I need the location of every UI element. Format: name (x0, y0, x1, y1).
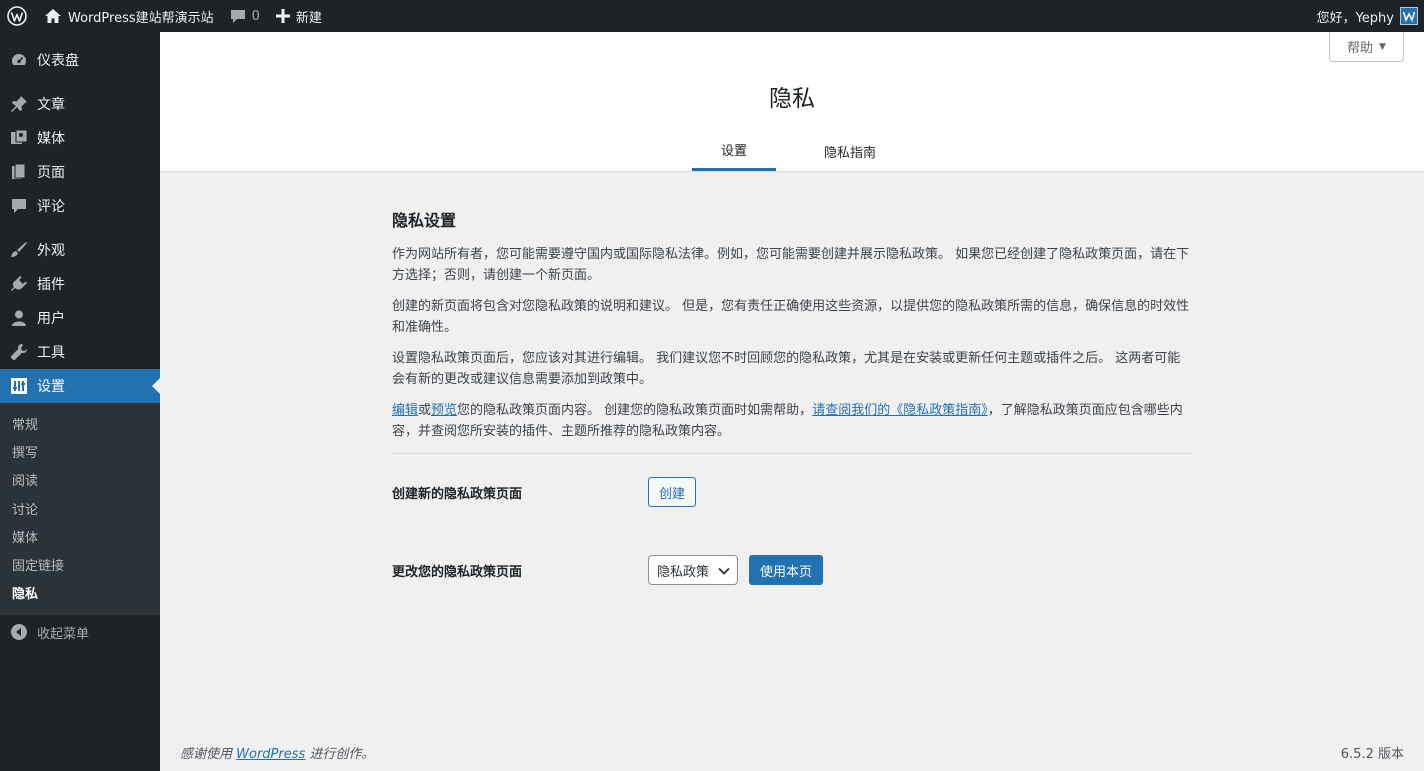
select-value: 隐私政策 (657, 564, 710, 580)
collapse-arrow-icon (9, 622, 29, 642)
new-content-link[interactable]: 新建 (268, 0, 330, 32)
sidebar-item-label: 工具 (37, 345, 65, 361)
comment-icon (9, 196, 29, 216)
sidebar-item-posts[interactable]: 文章 (0, 87, 160, 121)
sidebar-item-settings[interactable]: 设置 (0, 369, 160, 403)
sidebar-item-users[interactable]: 用户 (0, 301, 160, 335)
settings-icon (9, 376, 29, 396)
sidebar-item-tools[interactable]: 工具 (0, 335, 160, 369)
sidebar-item-label: 媒体 (37, 131, 65, 147)
wrench-icon (9, 342, 29, 362)
page-header: 帮助 ▼ 隐私 设置 隐私指南 (160, 32, 1424, 172)
privacy-guide-link[interactable]: 请查阅我们的《隐私政策指南》 (812, 403, 988, 418)
page-title: 隐私 (769, 86, 815, 112)
wordpress-link[interactable]: WordPress (236, 747, 305, 762)
collapse-menu-label: 收起菜单 (37, 626, 90, 642)
change-page-row: 更改您的隐私政策页面 隐私政策 使用本页 (392, 555, 1192, 585)
sidebar-item-label: 仪表盘 (37, 53, 79, 69)
settings-submenu: 常规 撰写 阅读 讨论 媒体 固定链接 隐私 (0, 403, 160, 616)
use-this-page-button[interactable]: 使用本页 (749, 555, 824, 585)
dashboard-icon (9, 50, 29, 70)
home-icon (44, 8, 68, 24)
tab-settings[interactable]: 设置 (692, 131, 776, 171)
sidebar-item-pages[interactable]: 页面 (0, 155, 160, 189)
sidebar-item-label: 评论 (37, 199, 65, 215)
site-name: WordPress建站帮演示站 (68, 10, 214, 26)
plus-icon (275, 9, 296, 23)
create-page-row: 创建新的隐私政策页面 创建 (392, 477, 1192, 507)
or-text: 或 (418, 403, 432, 418)
page-icon (9, 162, 29, 182)
intro-paragraph-1: 作为网站所有者，您可能需要遵守国内或国际隐私法律。例如，您可能需要创建并展示隐私… (392, 247, 1190, 283)
footer-thanks-prefix: 感谢使用 (180, 747, 237, 762)
privacy-settings-content: 隐私设置 作为网站所有者，您可能需要遵守国内或国际隐私法律。例如，您可能需要创建… (392, 204, 1192, 585)
intro-paragraph-2: 创建的新页面将包含对您隐私政策的说明和建议。 但是，您有责任正确使用这些资源，以… (392, 299, 1190, 335)
account-menu[interactable]: 您好，Yephy (1317, 7, 1424, 26)
edit-link[interactable]: 编辑 (392, 403, 418, 418)
sidebar-item-appearance[interactable]: 外观 (0, 233, 160, 267)
comment-bubble-icon (230, 8, 252, 24)
sidebar-item-label: 外观 (37, 243, 65, 259)
sidebar-item-comments[interactable]: 评论 (0, 189, 160, 223)
pin-icon (9, 94, 29, 114)
tab-privacy-guide[interactable]: 隐私指南 (776, 131, 924, 171)
help-button[interactable]: 帮助 ▼ (1329, 32, 1404, 62)
divider (392, 453, 1192, 454)
sidebar-item-dashboard[interactable]: 仪表盘 (0, 43, 160, 77)
submenu-item-media[interactable]: 媒体 (0, 522, 160, 550)
brush-icon (9, 240, 29, 260)
preview-link[interactable]: 预览 (431, 403, 457, 418)
user-icon (9, 308, 29, 328)
avatar (1400, 7, 1418, 25)
comments-link[interactable]: 0 (222, 0, 268, 32)
submenu-item-discussion[interactable]: 讨论 (0, 494, 160, 522)
admin-sidebar: 仪表盘 文章 媒体 页面 评论 外观 插件 用户 工具 设置 常规 撰写 阅读 … (0, 32, 160, 771)
intro-paragraph-3: 设置隐私政策页面后，您应该对其进行编辑。 我们建议您不时回顾您的隐私政策，尤其是… (392, 351, 1181, 387)
sidebar-item-label: 设置 (37, 379, 65, 395)
admin-bar: WordPress建站帮演示站 0 新建 您好，Yephy (0, 0, 1424, 32)
footer-thanks: 感谢使用 WordPress 进行创作。 (180, 743, 374, 762)
collapse-menu-button[interactable]: 收起菜单 (0, 615, 160, 649)
caret-down-icon: ▼ (1379, 41, 1386, 52)
sidebar-item-label: 页面 (37, 165, 65, 181)
comments-count: 0 (251, 8, 260, 24)
create-page-label: 创建新的隐私政策页面 (392, 486, 523, 502)
submenu-item-reading[interactable]: 阅读 (0, 466, 160, 494)
new-label: 新建 (295, 10, 322, 26)
change-page-label: 更改您的隐私政策页面 (392, 564, 523, 580)
submenu-item-permalinks[interactable]: 固定链接 (0, 550, 160, 578)
wordpress-logo-icon (7, 6, 27, 26)
sidebar-item-media[interactable]: 媒体 (0, 121, 160, 155)
site-name-link[interactable]: WordPress建站帮演示站 (36, 0, 222, 32)
submenu-item-writing[interactable]: 撰写 (0, 437, 160, 465)
submenu-item-privacy[interactable]: 隐私 (0, 579, 160, 607)
footer-thanks-suffix: 进行创作。 (305, 747, 375, 762)
privacy-page-select[interactable]: 隐私政策 (648, 555, 738, 585)
sidebar-item-label: 文章 (37, 97, 65, 113)
wordpress-logo-menu[interactable] (0, 0, 36, 32)
para4-text-1: 您的隐私政策页面内容。 创建您的隐私政策页面时如需帮助， (457, 403, 813, 418)
create-button[interactable]: 创建 (648, 477, 697, 507)
help-label: 帮助 (1347, 41, 1374, 56)
intro-paragraph-4: 编辑或预览您的隐私政策页面内容。 创建您的隐私政策页面时如需帮助，请查阅我们的《… (392, 401, 1192, 442)
sidebar-item-label: 插件 (37, 277, 65, 293)
greeting: 您好，Yephy (1316, 10, 1394, 26)
media-icon (9, 128, 29, 148)
section-title: 隐私设置 (392, 211, 457, 230)
privacy-tabs: 设置 隐私指南 (692, 131, 924, 171)
chevron-down-icon (718, 565, 730, 580)
sidebar-item-label: 用户 (37, 311, 65, 327)
footer-version: 6.5.2 版本 (1340, 747, 1404, 762)
sidebar-item-plugins[interactable]: 插件 (0, 267, 160, 301)
plugin-icon (9, 274, 29, 294)
submenu-item-general[interactable]: 常规 (0, 409, 160, 437)
